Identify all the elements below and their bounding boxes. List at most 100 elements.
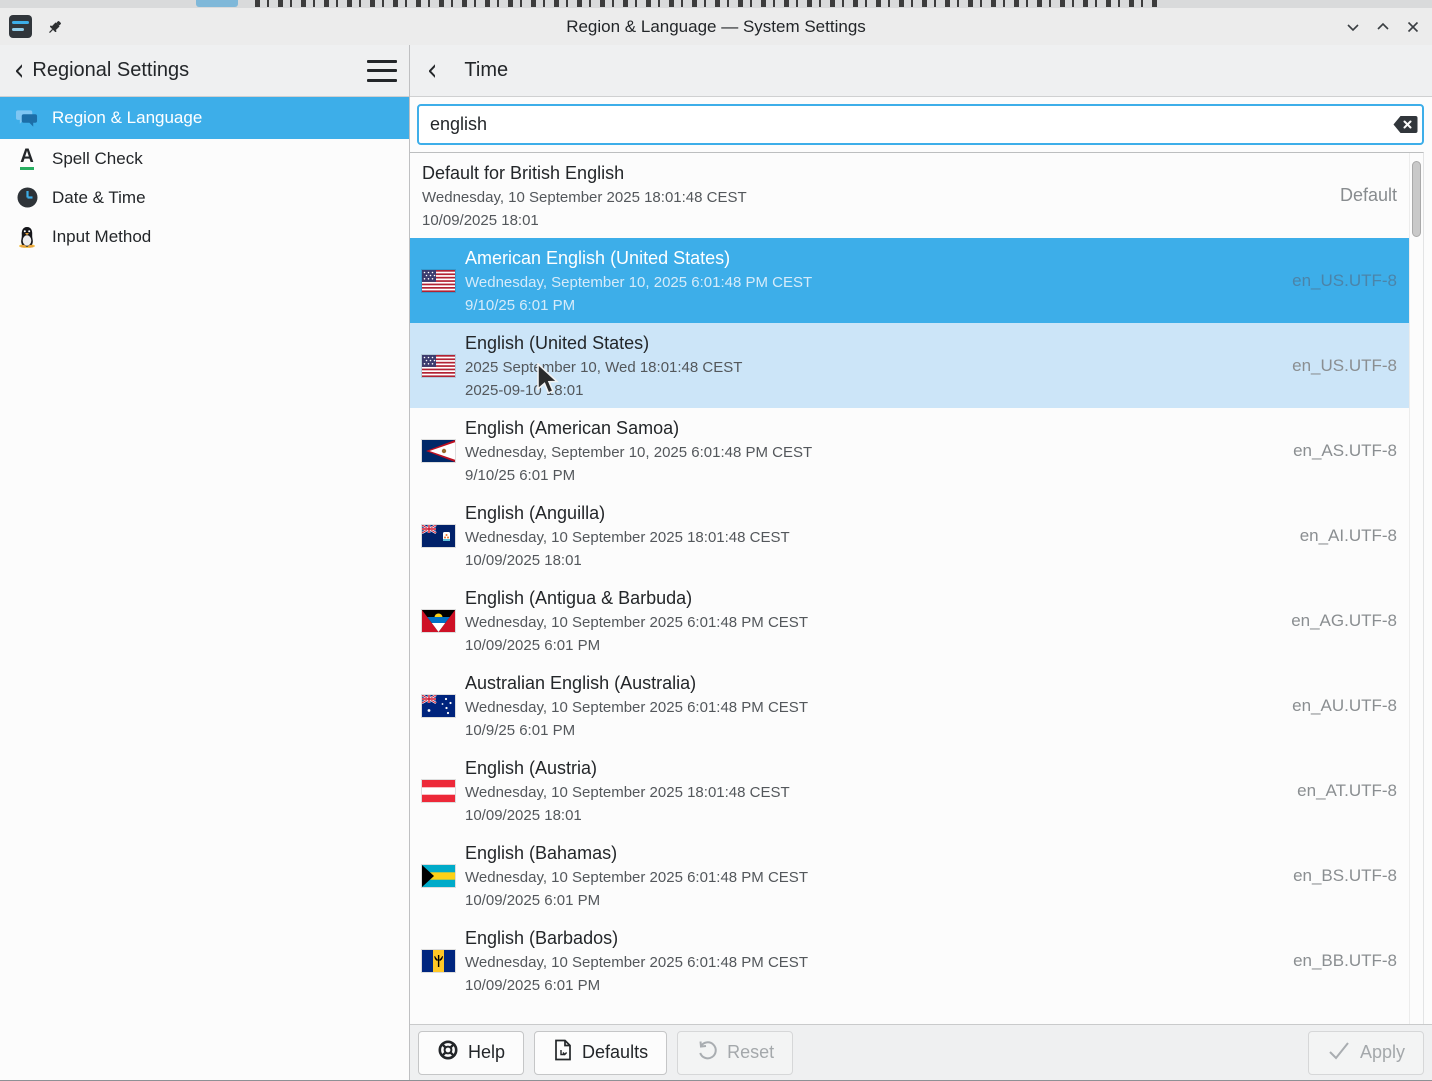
locale-title: English (Bahamas): [465, 840, 808, 866]
locale-row[interactable]: American English (United States)Wednesda…: [410, 238, 1409, 323]
locale-row-text: American English (United States)Wednesda…: [465, 245, 812, 317]
system-settings-window: Region & Language — System Settings ‹ Re…: [0, 8, 1432, 1081]
content-back-icon[interactable]: ‹: [427, 56, 437, 86]
locale-row-text: English (United States)2025 September 10…: [465, 330, 742, 402]
reset-button[interactable]: Reset: [677, 1031, 793, 1075]
locale-short-date: 10/9/25 6:01 PM: [465, 719, 808, 742]
locale-row-text: English (Anguilla)Wednesday, 10 Septembe…: [465, 500, 790, 572]
flag-icon-as: [422, 440, 455, 462]
locale-row[interactable]: English (Belgium): [410, 1003, 1409, 1024]
apply-button[interactable]: Apply: [1308, 1031, 1424, 1075]
default-badge: Default: [1330, 185, 1397, 206]
sidebar-item-spell-check[interactable]: ASpell Check: [0, 139, 409, 178]
locale-long-date: Wednesday, 10 September 2025 18:01:48 CE…: [465, 781, 790, 804]
background-window-text-fragment: [255, 0, 1160, 7]
locale-short-date: 2025-09-10 18:01: [465, 379, 742, 402]
window-title: Region & Language — System Settings: [0, 17, 1432, 37]
locale-long-date: Wednesday, 10 September 2025 6:01:48 PM …: [465, 696, 808, 719]
flag-icon-us: [422, 270, 455, 292]
locale-short-date: 10/09/2025 6:01 PM: [465, 634, 808, 657]
sidebar-item-input-method[interactable]: Input Method: [0, 217, 409, 256]
defaults-button[interactable]: Defaults: [534, 1031, 667, 1075]
locale-row[interactable]: English (Anguilla)Wednesday, 10 Septembe…: [410, 493, 1409, 578]
locale-row[interactable]: English (Barbados)Wednesday, 10 Septembe…: [410, 918, 1409, 1003]
locale-row[interactable]: Default for British EnglishWednesday, 10…: [410, 153, 1409, 238]
locale-title: Default for British English: [422, 160, 747, 186]
locale-title: English (Antigua & Barbuda): [465, 585, 808, 611]
locale-row[interactable]: English (Antigua & Barbuda)Wednesday, 10…: [410, 578, 1409, 663]
scrollbar-thumb[interactable]: [1412, 161, 1421, 237]
flag-icon-ai: [422, 525, 455, 547]
menu-hamburger-icon[interactable]: [367, 59, 397, 83]
sidebar: ‹ Regional Settings Region & Language ASp…: [0, 45, 410, 1080]
sidebar-title[interactable]: Regional Settings: [32, 59, 189, 82]
locale-short-date: 10/09/2025 6:01 PM: [465, 889, 808, 912]
chat-bubbles-icon: [16, 107, 38, 129]
help-button-label: Help: [468, 1042, 505, 1063]
flag-icon-au: [422, 695, 455, 717]
sidebar-back-icon[interactable]: ‹: [14, 56, 24, 86]
locale-row-text: English (Antigua & Barbuda)Wednesday, 10…: [465, 585, 808, 657]
clock-icon: [16, 187, 38, 209]
minimize-button[interactable]: [1344, 18, 1362, 36]
page-title: Time: [464, 59, 508, 82]
locale-row[interactable]: Australian English (Australia)Wednesday,…: [410, 663, 1409, 748]
apply-check-icon: [1327, 1040, 1351, 1065]
locale-title: American English (United States): [465, 245, 812, 271]
locale-short-date: 10/09/2025 18:01: [465, 804, 790, 827]
locale-title: English (Austria): [465, 755, 790, 781]
close-button[interactable]: [1404, 18, 1422, 36]
spellcheck-icon: A: [16, 148, 38, 170]
sidebar-item-date-time[interactable]: Date & Time: [0, 178, 409, 217]
backspace-clear-icon[interactable]: [1388, 106, 1422, 143]
maximize-button[interactable]: [1374, 18, 1392, 36]
locale-short-date: 10/09/2025 18:01: [465, 549, 790, 572]
locale-code: en_AI.UTF-8: [1290, 526, 1397, 546]
search-box: [417, 104, 1424, 145]
locale-row[interactable]: English (Austria)Wednesday, 10 September…: [410, 748, 1409, 833]
flag-icon-us: [422, 355, 455, 377]
locale-list-rows: Default for British EnglishWednesday, 10…: [410, 153, 1409, 1024]
locale-code: en_US.UTF-8: [1282, 356, 1397, 376]
sidebar-header: ‹ Regional Settings: [0, 45, 409, 97]
locale-row[interactable]: English (American Samoa)Wednesday, Septe…: [410, 408, 1409, 493]
locale-code: en_US.UTF-8: [1282, 271, 1397, 291]
flag-icon-ag: [422, 610, 455, 632]
help-lifebuoy-icon: [437, 1039, 459, 1066]
content-header: ‹ Time: [410, 45, 1432, 97]
locale-long-date: Wednesday, 10 September 2025 6:01:48 PM …: [465, 951, 808, 974]
flag-icon-at: [422, 780, 455, 802]
scrollbar-track[interactable]: [1409, 153, 1423, 1024]
locale-row-text: Default for British EnglishWednesday, 10…: [422, 160, 747, 232]
penguin-icon: [16, 226, 38, 248]
locale-row-text: English (Austria)Wednesday, 10 September…: [465, 755, 790, 827]
footer-toolbar: Help Defaults Reset Apply: [410, 1024, 1432, 1080]
search-input[interactable]: [419, 114, 1388, 135]
locale-code: en_AU.UTF-8: [1282, 696, 1397, 716]
locale-long-date: Wednesday, September 10, 2025 6:01:48 PM…: [465, 441, 812, 464]
reset-button-label: Reset: [727, 1042, 774, 1063]
locale-row-text: English (Bahamas)Wednesday, 10 September…: [465, 840, 808, 912]
locale-code: en_BB.UTF-8: [1283, 951, 1397, 971]
apply-button-label: Apply: [1360, 1042, 1405, 1063]
locale-short-date: 10/09/2025 6:01 PM: [465, 974, 808, 997]
titlebar[interactable]: Region & Language — System Settings: [0, 8, 1432, 45]
locale-row[interactable]: English (United States)2025 September 10…: [410, 323, 1409, 408]
locale-long-date: Wednesday, 10 September 2025 18:01:48 CE…: [422, 186, 747, 209]
background-window-fragment: [0, 0, 1432, 8]
search-row: [410, 97, 1432, 152]
window-controls: [1344, 8, 1422, 45]
sidebar-list: Region & Language ASpell CheckDate & Time…: [0, 97, 409, 1080]
locale-title: English (American Samoa): [465, 415, 812, 441]
defaults-document-icon: [553, 1039, 573, 1066]
locale-title: English (Barbados): [465, 925, 808, 951]
background-window-tab: [196, 0, 238, 7]
sidebar-item-label: Region & Language: [52, 108, 202, 128]
locale-title: English (Anguilla): [465, 500, 790, 526]
locale-row[interactable]: English (Bahamas)Wednesday, 10 September…: [410, 833, 1409, 918]
sidebar-item-region-language[interactable]: Region & Language: [0, 97, 409, 139]
system-settings-app-icon: [9, 15, 32, 38]
locale-code: en_AS.UTF-8: [1283, 441, 1397, 461]
help-button[interactable]: Help: [418, 1031, 524, 1075]
locale-row-text: Australian English (Australia)Wednesday,…: [465, 670, 808, 742]
